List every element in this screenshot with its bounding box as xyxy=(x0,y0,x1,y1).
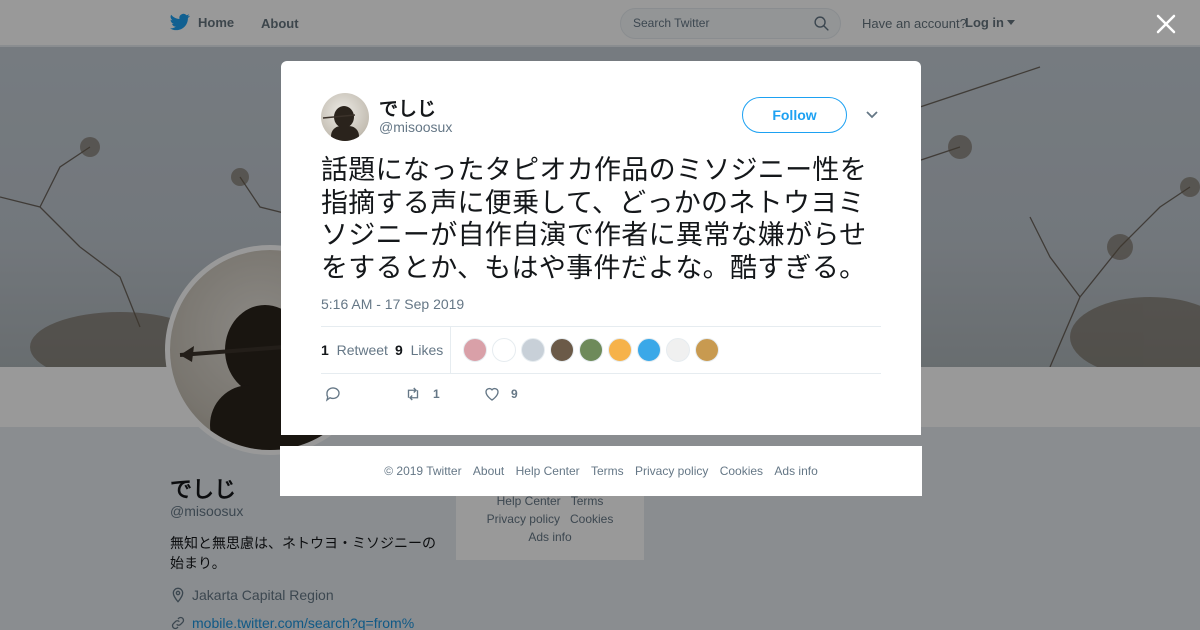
retweet-stat-count: 1 xyxy=(321,342,329,358)
tweet-author-avatar[interactable] xyxy=(321,93,369,141)
reply-button[interactable] xyxy=(324,385,342,403)
footer-copyright: © 2019 Twitter xyxy=(384,464,462,478)
tweet-text: 話題になったタピオカ作品のミソジニー性を指摘する声に便乗して、どっかのネトウヨミ… xyxy=(321,155,867,283)
footer-help[interactable]: Help Center xyxy=(516,464,580,478)
footer-about[interactable]: About xyxy=(473,464,504,478)
tweet-author-handle[interactable]: @misoosux xyxy=(379,119,452,135)
like-action-count: 9 xyxy=(511,387,518,401)
retweet-button[interactable]: 1 xyxy=(403,385,440,403)
follow-button[interactable]: Follow xyxy=(742,97,847,133)
heart-icon xyxy=(485,387,499,401)
tweet-modal: でしじ @misoosux Follow 話題になったタピオカ作品のミソジニー性… xyxy=(281,61,921,435)
stat-divider xyxy=(450,327,451,373)
liker-avatar[interactable] xyxy=(608,338,632,362)
avatar-silhouette-small xyxy=(322,106,359,141)
tweet-actions: 1 9 xyxy=(321,383,621,407)
reply-icon xyxy=(325,387,340,402)
tweet-timestamp[interactable]: 5:16 AM - 17 Sep 2019 xyxy=(321,296,464,312)
liker-avatar[interactable] xyxy=(695,338,719,362)
footer-terms[interactable]: Terms xyxy=(591,464,624,478)
liker-avatar[interactable] xyxy=(521,338,545,362)
tweet-stats: 1 Retweet 9 Likes xyxy=(321,326,881,374)
footer-privacy[interactable]: Privacy policy xyxy=(635,464,708,478)
retweet-action-count: 1 xyxy=(433,387,440,401)
tweet-author-name[interactable]: でしじ xyxy=(379,94,436,121)
liker-avatar[interactable] xyxy=(666,338,690,362)
like-stat[interactable]: 9 Likes xyxy=(395,342,443,358)
retweet-stat[interactable]: 1 Retweet xyxy=(321,342,388,358)
liker-avatar[interactable] xyxy=(579,338,603,362)
like-button[interactable]: 9 xyxy=(483,385,518,403)
close-icon[interactable] xyxy=(1154,12,1178,36)
like-stat-count: 9 xyxy=(395,342,403,358)
retweet-icon xyxy=(407,387,419,401)
likers-avatars xyxy=(463,338,719,362)
liker-avatar[interactable] xyxy=(550,338,574,362)
footer-cookies[interactable]: Cookies xyxy=(720,464,763,478)
modal-footer: © 2019 Twitter About Help Center Terms P… xyxy=(280,446,922,496)
retweet-stat-label: Retweet xyxy=(336,342,388,358)
liker-avatar[interactable] xyxy=(637,338,661,362)
liker-avatar[interactable] xyxy=(492,338,516,362)
footer-ads[interactable]: Ads info xyxy=(774,464,817,478)
like-stat-label: Likes xyxy=(410,342,444,358)
chevron-down-icon[interactable] xyxy=(865,109,879,121)
liker-avatar[interactable] xyxy=(463,338,487,362)
